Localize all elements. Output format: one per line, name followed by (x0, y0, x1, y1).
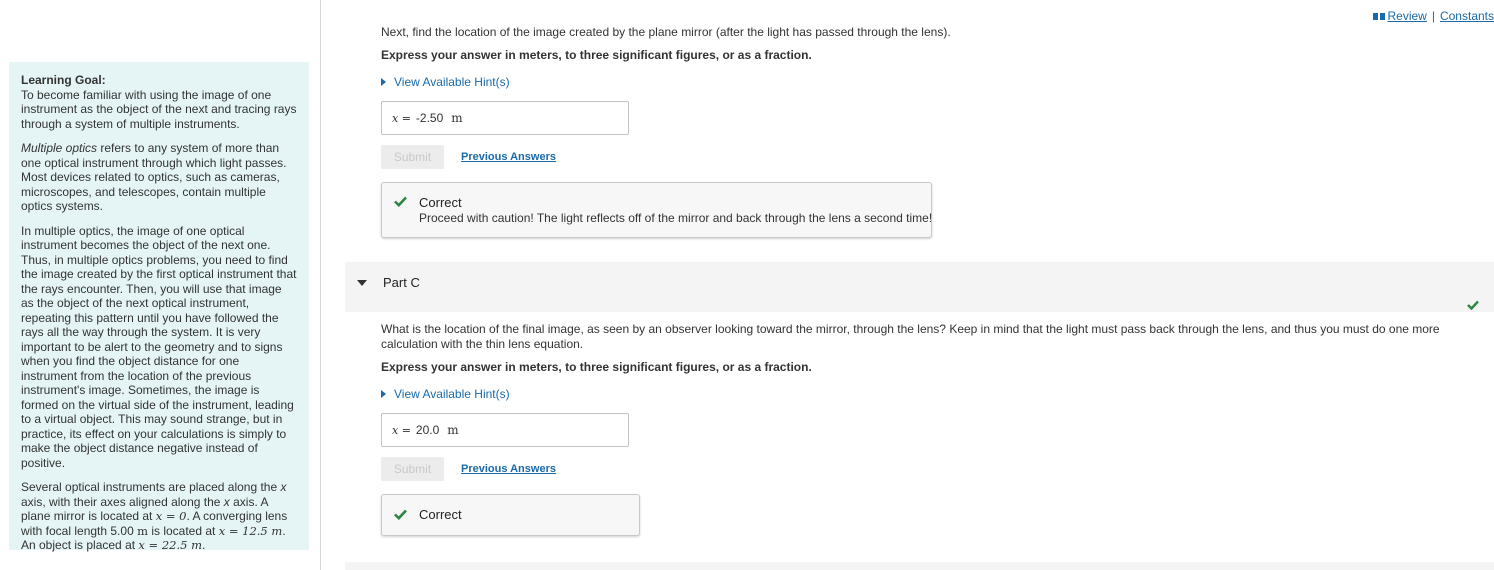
setup-text-2: axis, with their axes aligned along the (21, 494, 224, 509)
part-c-label: Part C (383, 275, 420, 290)
part-c-header[interactable]: Part C (345, 262, 1494, 312)
method-paragraph: In multiple optics, the image of one opt… (21, 223, 297, 470)
learning-goal-intro: Learning Goal: To become familiar with u… (21, 73, 297, 131)
hint-label: View Available Hint(s) (394, 387, 510, 401)
answer-value: -2.50 (415, 111, 444, 125)
part-b-submit-button[interactable]: Submit (381, 145, 444, 169)
answer-variable: x = (392, 112, 411, 125)
part-b-answer-field[interactable]: x = -2.50 m (381, 101, 629, 135)
multiple-optics-paragraph: Multiple optics refers to any system of … (21, 141, 297, 214)
mirror-position: x = 0 (155, 509, 187, 523)
part-b-hint-toggle[interactable]: View Available Hint(s) (381, 75, 510, 89)
part-b-instruction: Express your answer in meters, to three … (381, 48, 812, 62)
top-links: Review | Constants (1373, 9, 1494, 24)
check-icon (394, 196, 407, 210)
feedback-title: Correct (419, 195, 462, 210)
setup-text-7: . (202, 538, 206, 552)
collapse-caret-icon[interactable] (357, 280, 367, 286)
learning-goal-text: To become familiar with using the image … (21, 87, 297, 131)
x-var: x (280, 480, 287, 494)
hint-label: View Available Hint(s) (394, 75, 510, 89)
part-b-feedback: Correct Proceed with caution! The light … (381, 182, 932, 238)
feedback-title: Correct (419, 507, 462, 522)
answer-variable: x = (392, 424, 411, 437)
setup-text-1: Several optical instruments are placed a… (21, 480, 281, 494)
lens-position: x = 12.5 m (218, 523, 283, 538)
book-icon (1373, 10, 1386, 24)
learning-goal-panel: Learning Goal: To become familiar with u… (9, 62, 309, 553)
answer-value: 20.0 (415, 423, 440, 437)
multiple-optics-term: Multiple optics (21, 141, 98, 155)
part-b-question: Next, find the location of the image cre… (381, 25, 951, 39)
answer-unit: m (447, 423, 459, 437)
part-b-previous-answers-link[interactable]: Previous Answers (461, 151, 556, 163)
part-c-submit-button[interactable]: Submit (381, 457, 444, 481)
part-c-feedback: Correct (381, 494, 640, 536)
part-c-instruction: Express your answer in meters, to three … (381, 360, 812, 374)
setup-paragraph: Several optical instruments are placed a… (21, 480, 297, 553)
object-position: x = 22.5 m (138, 538, 203, 552)
part-c-question: What is the location of the final image,… (381, 322, 1440, 351)
review-link[interactable]: Review (1387, 9, 1426, 23)
feedback-message: Proceed with caution! The light reflects… (419, 211, 933, 225)
expand-triangle-icon (381, 78, 386, 86)
setup-text-5: is located at (147, 523, 219, 538)
answer-unit: m (451, 111, 463, 125)
part-complete-check-icon (1467, 299, 1479, 313)
part-c-previous-answers-link[interactable]: Previous Answers (461, 463, 556, 475)
unit-m: m (137, 523, 148, 538)
learning-goal-title: Learning Goal: (21, 73, 106, 87)
expand-triangle-icon (381, 390, 386, 398)
part-c-answer-field[interactable]: x = 20.0 m (381, 413, 629, 447)
constants-link[interactable]: Constants (1440, 9, 1494, 23)
part-c-hint-toggle[interactable]: View Available Hint(s) (381, 387, 510, 401)
next-part-header[interactable] (345, 562, 1494, 570)
panel-divider (320, 0, 321, 570)
check-icon (394, 509, 407, 523)
link-separator: | (1431, 9, 1435, 23)
